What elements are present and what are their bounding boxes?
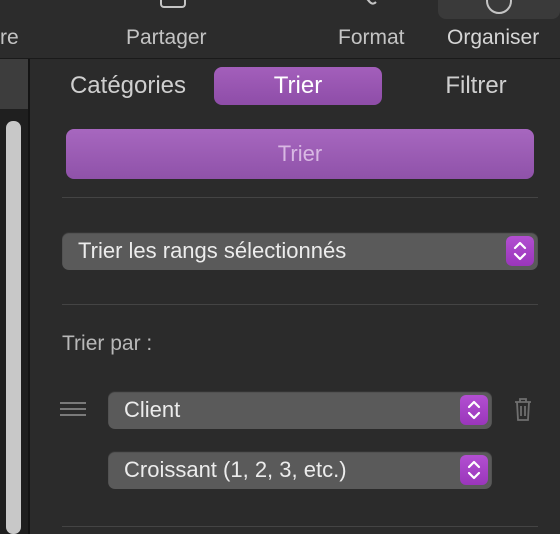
share-icon[interactable] bbox=[160, 0, 186, 8]
left-pane-header bbox=[0, 59, 28, 109]
separator bbox=[62, 526, 538, 527]
sort-column-select[interactable]: Client bbox=[108, 391, 492, 429]
chevron-updown-icon bbox=[506, 236, 534, 266]
tab-categories[interactable]: Catégories bbox=[48, 67, 208, 105]
trash-icon[interactable] bbox=[512, 396, 534, 422]
sort-order-value: Croissant (1, 2, 3, etc.) bbox=[124, 457, 347, 482]
sort-order-select[interactable]: Croissant (1, 2, 3, etc.) bbox=[108, 451, 492, 489]
inspector-tabs: Catégories Trier Filtrer bbox=[30, 59, 560, 113]
tab-filtrer[interactable]: Filtrer bbox=[396, 67, 556, 105]
tab-trier[interactable]: Trier bbox=[214, 67, 382, 105]
sort-column-value: Client bbox=[124, 397, 181, 422]
drag-handle-icon[interactable] bbox=[60, 402, 86, 416]
toolbar-organiser[interactable]: Organiser bbox=[447, 26, 539, 50]
separator bbox=[62, 197, 538, 198]
pane-divider[interactable] bbox=[28, 59, 30, 534]
left-pane bbox=[0, 59, 28, 534]
range-select-value: Trier les rangs sélectionnés bbox=[78, 238, 347, 263]
sort-by-label: Trier par : bbox=[62, 332, 153, 355]
toolbar-item-partial[interactable]: re bbox=[0, 26, 19, 50]
toolbar-partager[interactable]: Partager bbox=[126, 26, 207, 50]
separator bbox=[62, 304, 538, 305]
toolbar: re Partager Format Organiser bbox=[0, 0, 560, 59]
chevron-updown-icon bbox=[460, 395, 488, 425]
range-select[interactable]: Trier les rangs sélectionnés bbox=[62, 232, 538, 270]
toolbar-format[interactable]: Format bbox=[338, 26, 405, 50]
left-scrollbar[interactable] bbox=[6, 121, 21, 534]
format-brush-icon[interactable] bbox=[362, 0, 380, 6]
trier-button[interactable]: Trier bbox=[66, 129, 534, 179]
chevron-updown-icon bbox=[460, 455, 488, 485]
